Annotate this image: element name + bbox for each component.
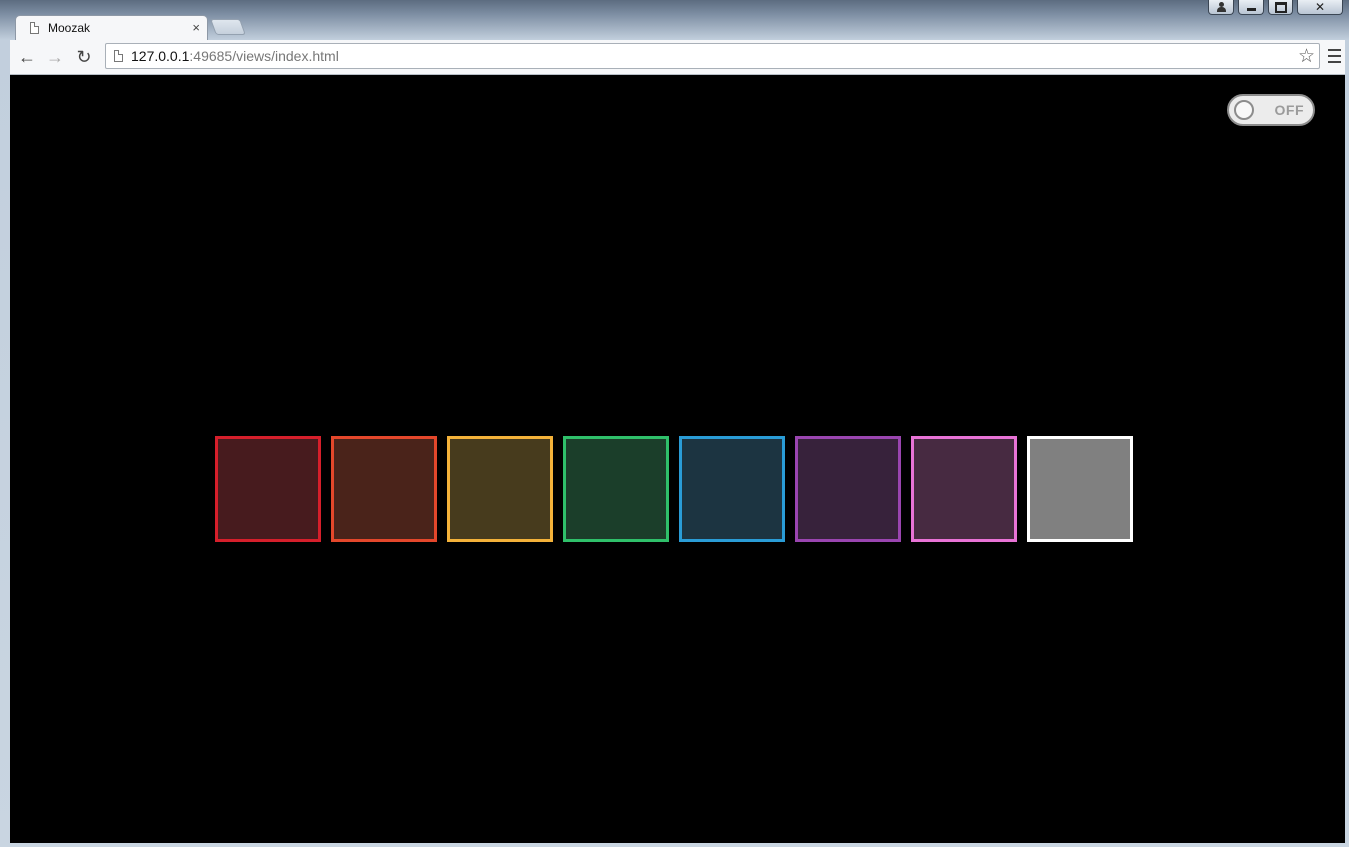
color-pad-pink[interactable] — [911, 436, 1017, 542]
reload-icon[interactable]: ↻ — [73, 46, 95, 68]
url-path: :49685/views/index.html — [189, 48, 339, 64]
url-host: 127.0.0.1 — [131, 48, 190, 64]
close-window-button[interactable]: ✕ — [1297, 0, 1343, 15]
browser-menu-icon[interactable] — [1328, 49, 1341, 63]
close-icon: ✕ — [1314, 0, 1326, 14]
window-controls: ✕ — [1208, 0, 1343, 15]
tab-close-icon[interactable]: × — [192, 20, 200, 35]
browser-toolbar: ← → ↻ 127.0.0.1:49685/views/index.html ☆ — [10, 40, 1345, 75]
window-frame: ✕ Moozak × ← → ↻ 127.0.0.1:49685/views/i… — [0, 0, 1349, 847]
color-pad-purple[interactable] — [795, 436, 901, 542]
address-bar[interactable]: 127.0.0.1:49685/views/index.html ☆ — [105, 43, 1320, 69]
forward-arrow-icon[interactable]: → — [44, 46, 66, 68]
minimize-button[interactable] — [1238, 0, 1264, 15]
user-profile-button[interactable] — [1208, 0, 1234, 15]
page-icon — [30, 22, 39, 34]
page-viewport: OFF — [10, 75, 1345, 843]
power-toggle[interactable]: OFF — [1227, 94, 1315, 126]
maximize-icon — [1274, 1, 1287, 13]
toggle-label: OFF — [1274, 102, 1304, 118]
toggle-knob — [1234, 100, 1254, 120]
color-pad-red[interactable] — [215, 436, 321, 542]
url-text[interactable]: 127.0.0.1:49685/views/index.html — [131, 48, 339, 64]
bookmark-star-icon[interactable]: ☆ — [1298, 45, 1315, 68]
maximize-button[interactable] — [1268, 0, 1293, 15]
tab-title: Moozak — [48, 21, 91, 35]
new-tab-button[interactable] — [210, 19, 246, 35]
minimize-icon — [1246, 8, 1256, 11]
color-pad-orange[interactable] — [331, 436, 437, 542]
color-pad-blue[interactable] — [679, 436, 785, 542]
color-pad-yellow[interactable] — [447, 436, 553, 542]
user-icon — [1216, 2, 1226, 12]
browser-tab[interactable]: Moozak × — [15, 15, 208, 41]
page-icon — [114, 50, 123, 62]
color-pad-white[interactable] — [1027, 436, 1133, 542]
color-pads — [215, 436, 1133, 542]
color-pad-green[interactable] — [563, 436, 669, 542]
back-arrow-icon[interactable]: ← — [16, 46, 38, 68]
